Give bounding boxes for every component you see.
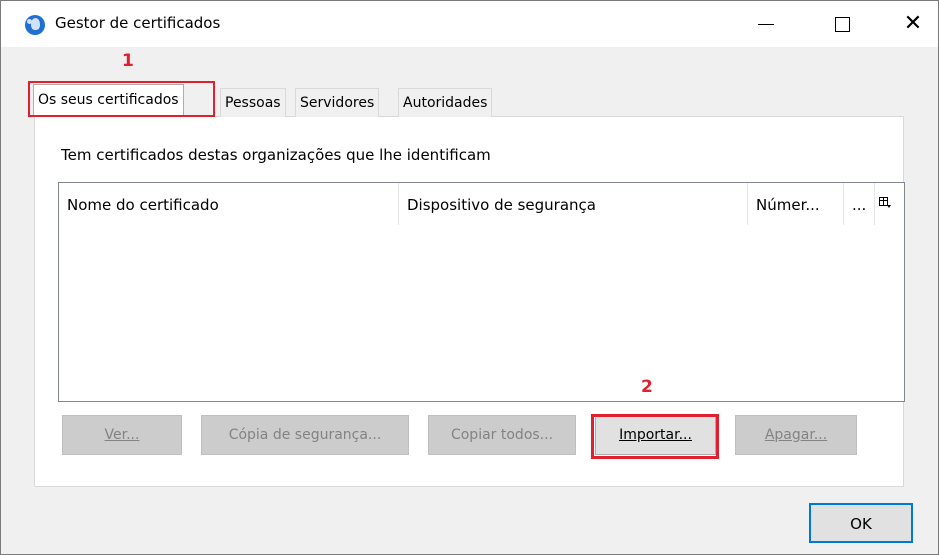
maximize-button[interactable]: [819, 1, 865, 47]
view-button-label: Ver...: [104, 427, 140, 443]
close-icon: ✕: [903, 11, 923, 36]
annotation-highlight-import: [591, 414, 719, 459]
view-button[interactable]: Ver...: [62, 415, 182, 455]
tab-people[interactable]: Pessoas: [220, 88, 286, 117]
minimize-icon: [758, 23, 774, 25]
close-button[interactable]: ✕: [890, 1, 936, 47]
tab-servers[interactable]: Servidores: [295, 88, 380, 117]
tab-authorities[interactable]: Autoridades: [398, 88, 493, 117]
thunderbird-app-icon: [25, 15, 45, 35]
column-header-serial-number[interactable]: Númer...: [748, 183, 844, 225]
annotation-highlight-tab: [28, 81, 215, 117]
column-header-more[interactable]: ...: [844, 183, 875, 225]
column-picker-icon[interactable]: [879, 197, 892, 209]
backup-button[interactable]: Cópia de segurança...: [201, 415, 409, 455]
list-header: Nome do certificado Dispositivo de segur…: [59, 183, 904, 225]
backup-button-label: Cópia de segurança...: [228, 427, 382, 443]
column-header-security-device[interactable]: Dispositivo de segurança: [399, 183, 748, 225]
certificate-manager-window: Gestor de certificados ✕ 1 Os seus certi…: [0, 0, 939, 555]
panel-description: Tem certificados destas organizações que…: [61, 146, 491, 164]
delete-button[interactable]: Apagar...: [735, 415, 857, 455]
backup-all-button-label: Copiar todos...: [450, 427, 554, 443]
maximize-icon: [834, 16, 850, 32]
column-header-certificate-name[interactable]: Nome do certificado: [59, 183, 399, 225]
annotation-marker-2: 2: [641, 377, 653, 397]
annotation-marker-1: 1: [122, 51, 134, 71]
minimize-button[interactable]: [743, 1, 789, 47]
ok-button[interactable]: OK: [809, 503, 913, 543]
certificate-list[interactable]: Nome do certificado Dispositivo de segur…: [58, 182, 905, 402]
backup-all-button[interactable]: Copiar todos...: [428, 415, 576, 455]
delete-button-label: Apagar...: [764, 427, 828, 443]
window-title: Gestor de certificados: [55, 14, 221, 32]
title-bar[interactable]: Gestor de certificados ✕: [1, 1, 938, 47]
